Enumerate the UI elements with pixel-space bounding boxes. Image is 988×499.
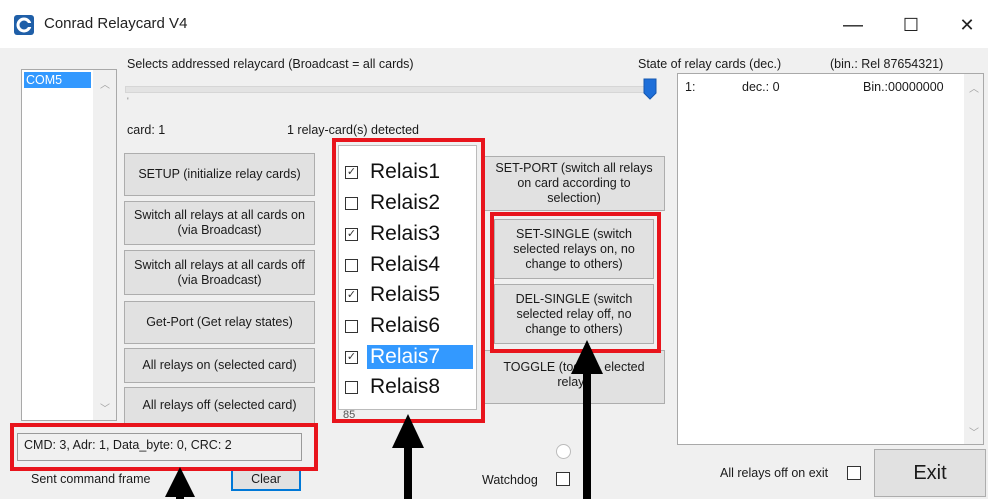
arrow-up-icon (571, 340, 603, 499)
annotation-arrows (165, 340, 603, 499)
arrow-up-icon (392, 414, 424, 499)
arrow-up-icon (165, 467, 195, 499)
